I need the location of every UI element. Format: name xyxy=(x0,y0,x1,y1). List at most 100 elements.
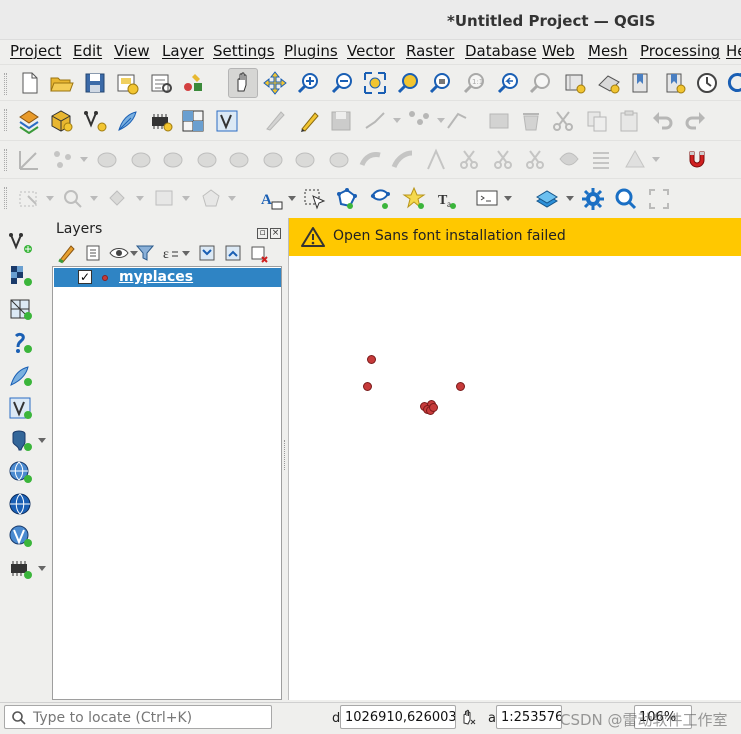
add-postgis-layer-icon[interactable] xyxy=(8,428,34,454)
identify-features-icon[interactable] xyxy=(302,186,328,212)
toggle-extents-icon[interactable] xyxy=(460,708,478,726)
add-spatialite-icon[interactable] xyxy=(8,363,34,389)
style-manager-icon[interactable] xyxy=(180,70,206,96)
settings-gear-icon[interactable] xyxy=(580,186,606,212)
menu-mesh[interactable]: Mesh xyxy=(588,42,628,60)
show-bookmarks-icon[interactable] xyxy=(628,70,654,96)
new-geopackage-layer-icon[interactable] xyxy=(48,108,74,134)
add-vector-layer-icon[interactable] xyxy=(8,230,34,256)
menu-database[interactable]: Database xyxy=(465,42,537,60)
add-wcs-layer-icon[interactable] xyxy=(8,524,34,550)
expand-all-icon[interactable] xyxy=(196,242,218,264)
snapping-magnet-icon[interactable] xyxy=(684,147,710,173)
menu-help[interactable]: He xyxy=(726,42,741,60)
pan-to-selection-icon[interactable] xyxy=(262,70,288,96)
annotation-tool-icon[interactable] xyxy=(334,186,360,212)
layers-panel-title: Layers xyxy=(56,221,103,237)
map-point[interactable] xyxy=(363,382,372,391)
locator-bar[interactable]: Type to locate (Ctrl+K) xyxy=(4,705,272,729)
open-field-calculator-icon[interactable] xyxy=(214,108,240,134)
zoom-to-layer-icon[interactable] xyxy=(428,70,454,96)
filter-legend-icon[interactable] xyxy=(134,242,156,264)
new-map-view-icon[interactable] xyxy=(562,70,588,96)
zoom-last-icon[interactable] xyxy=(496,70,522,96)
menu-processing[interactable]: Processing xyxy=(640,42,720,60)
new-3d-map-view-icon[interactable] xyxy=(596,70,622,96)
add-gps-layer-icon[interactable] xyxy=(8,556,34,582)
star-annotation-icon[interactable] xyxy=(402,186,428,212)
add-mesh-layer-icon[interactable] xyxy=(8,297,34,323)
toolbar-grip[interactable] xyxy=(4,187,7,209)
remove-layer-icon[interactable] xyxy=(248,242,270,264)
layer-styling-icon[interactable] xyxy=(534,186,560,212)
zoom-to-selection-icon[interactable] xyxy=(396,70,422,96)
close-panel-icon[interactable]: × xyxy=(270,228,281,239)
message-text: Open Sans font installation failed xyxy=(333,228,566,244)
collapse-all-icon[interactable] xyxy=(222,242,244,264)
open-project-icon[interactable] xyxy=(48,70,74,96)
add-raster-layer-icon[interactable] xyxy=(8,263,34,289)
new-temporary-scratch-layer-icon[interactable] xyxy=(180,108,206,134)
panel-splitter-handle[interactable] xyxy=(284,440,287,470)
coordinate-field[interactable]: 1026910,6260032 xyxy=(340,705,456,729)
styling-dropdown-arrow[interactable] xyxy=(566,196,574,201)
new-shapefile-layer-icon[interactable] xyxy=(82,108,108,134)
python-console-icon[interactable] xyxy=(474,186,500,212)
add-virtual-layer-icon[interactable] xyxy=(8,396,34,422)
menu-web[interactable]: Web xyxy=(542,42,575,60)
filter-by-expression-icon[interactable]: ε xyxy=(160,242,182,264)
refresh-icon[interactable] xyxy=(724,70,741,96)
delete-part-icon xyxy=(226,147,252,173)
new-project-icon[interactable] xyxy=(16,70,42,96)
toolbar-grip[interactable] xyxy=(4,149,7,171)
menu-plugins[interactable]: Plugins xyxy=(284,42,338,60)
map-canvas[interactable]: Open Sans font installation failed xyxy=(288,218,741,700)
open-layer-styling-icon[interactable] xyxy=(56,242,78,264)
menu-edit[interactable]: Edit xyxy=(73,42,102,60)
toolbar-grip[interactable] xyxy=(4,109,7,131)
map-point[interactable] xyxy=(367,355,376,364)
text-annotation-icon[interactable] xyxy=(368,186,394,212)
menu-settings[interactable]: Settings xyxy=(213,42,275,60)
float-panel-icon[interactable]: ▫ xyxy=(257,228,268,239)
label-toolbar-icon[interactable]: A xyxy=(258,186,284,212)
map-point[interactable] xyxy=(429,403,438,412)
new-print-layout-icon[interactable] xyxy=(114,70,140,96)
menu-vector[interactable]: Vector xyxy=(347,42,395,60)
zoom-full-icon[interactable] xyxy=(362,70,388,96)
save-project-icon[interactable] xyxy=(82,70,108,96)
menu-raster[interactable]: Raster xyxy=(406,42,454,60)
layer-name[interactable]: myplaces xyxy=(119,269,193,285)
postgis-dropdown-arrow[interactable] xyxy=(38,438,46,443)
add-wms-layer-icon[interactable] xyxy=(8,460,34,486)
map-point[interactable] xyxy=(456,382,465,391)
new-bookmark-icon[interactable] xyxy=(662,70,688,96)
manage-map-themes-icon[interactable] xyxy=(108,242,130,264)
data-source-manager-icon[interactable] xyxy=(16,108,42,134)
delete-selected-icon xyxy=(486,108,512,134)
layer-row-myplaces[interactable]: ✓ myplaces xyxy=(54,268,281,287)
zoom-in-icon[interactable] xyxy=(296,70,322,96)
zoom-out-icon[interactable] xyxy=(330,70,356,96)
add-wfs-layer-icon[interactable] xyxy=(8,492,34,518)
expression-filter-dropdown-arrow[interactable] xyxy=(182,251,190,256)
menu-view[interactable]: View xyxy=(114,42,150,60)
layout-manager-icon[interactable] xyxy=(148,70,174,96)
temporal-controller-icon[interactable] xyxy=(694,70,720,96)
gps-dropdown-arrow[interactable] xyxy=(38,566,46,571)
label-dropdown-arrow[interactable] xyxy=(288,196,296,201)
toolbar-grip[interactable] xyxy=(4,73,7,95)
new-virtual-layer-icon[interactable] xyxy=(148,108,174,134)
add-group-icon[interactable] xyxy=(82,242,104,264)
pan-map-icon[interactable] xyxy=(228,68,258,98)
add-delimited-text-icon[interactable] xyxy=(8,330,34,356)
menu-layer[interactable]: Layer xyxy=(162,42,204,60)
locator-search-icon[interactable] xyxy=(612,186,638,212)
text-label-icon[interactable]: Ta xyxy=(434,186,460,212)
menu-project[interactable]: Project xyxy=(10,42,61,60)
layer-visibility-checkbox[interactable]: ✓ xyxy=(78,270,92,284)
toggle-editing-icon[interactable] xyxy=(296,108,322,134)
new-spatialite-layer-icon[interactable] xyxy=(114,108,140,134)
python-dropdown-arrow[interactable] xyxy=(504,196,512,201)
scale-field[interactable]: 1:2535760 xyxy=(496,705,562,729)
